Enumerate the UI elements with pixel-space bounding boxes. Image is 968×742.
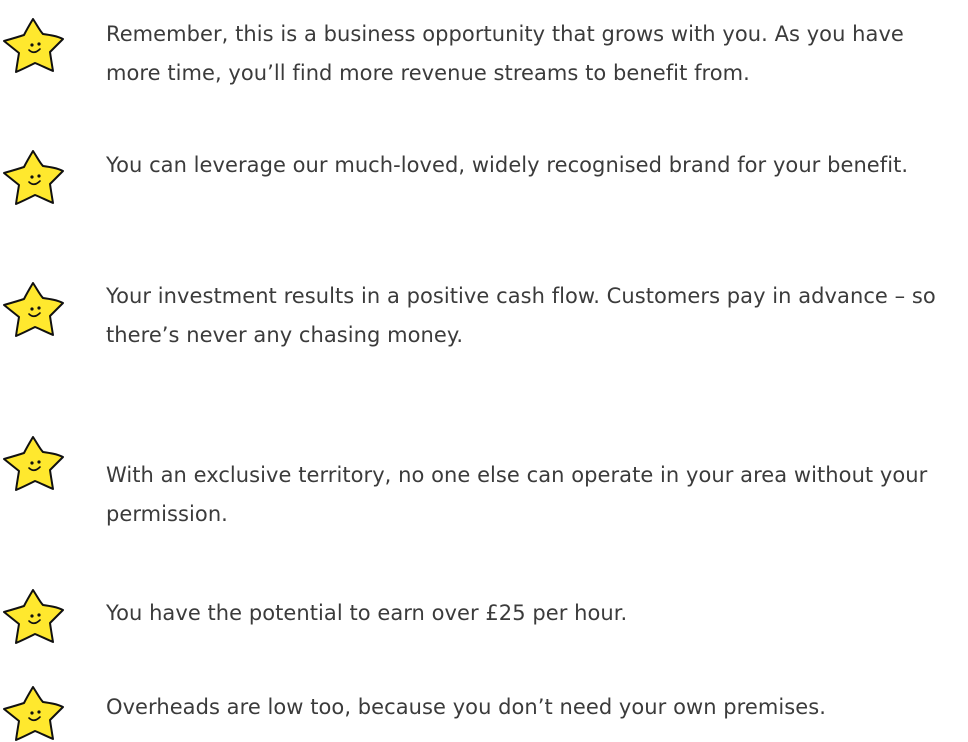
benefit-text: You have the potential to earn over £25 … — [106, 601, 628, 625]
smiling-star-icon — [2, 16, 66, 74]
benefit-text: Overheads are low too, because you don’t… — [106, 695, 826, 719]
smiling-star-icon — [2, 587, 66, 645]
benefit-text: With an exclusive territory, no one else… — [106, 463, 928, 526]
smiling-star-icon — [2, 684, 66, 742]
benefit-text: Remember, this is a business opportunity… — [106, 22, 904, 85]
smiling-star-icon — [2, 148, 66, 206]
benefit-text: Your investment results in a positive ca… — [106, 284, 936, 347]
benefit-text: You can leverage our much-loved, widely … — [106, 153, 909, 177]
smiling-star-icon — [2, 434, 66, 492]
benefit-list: Remember, this is a business opportunity… — [0, 0, 968, 741]
smiling-star-icon — [2, 280, 66, 338]
